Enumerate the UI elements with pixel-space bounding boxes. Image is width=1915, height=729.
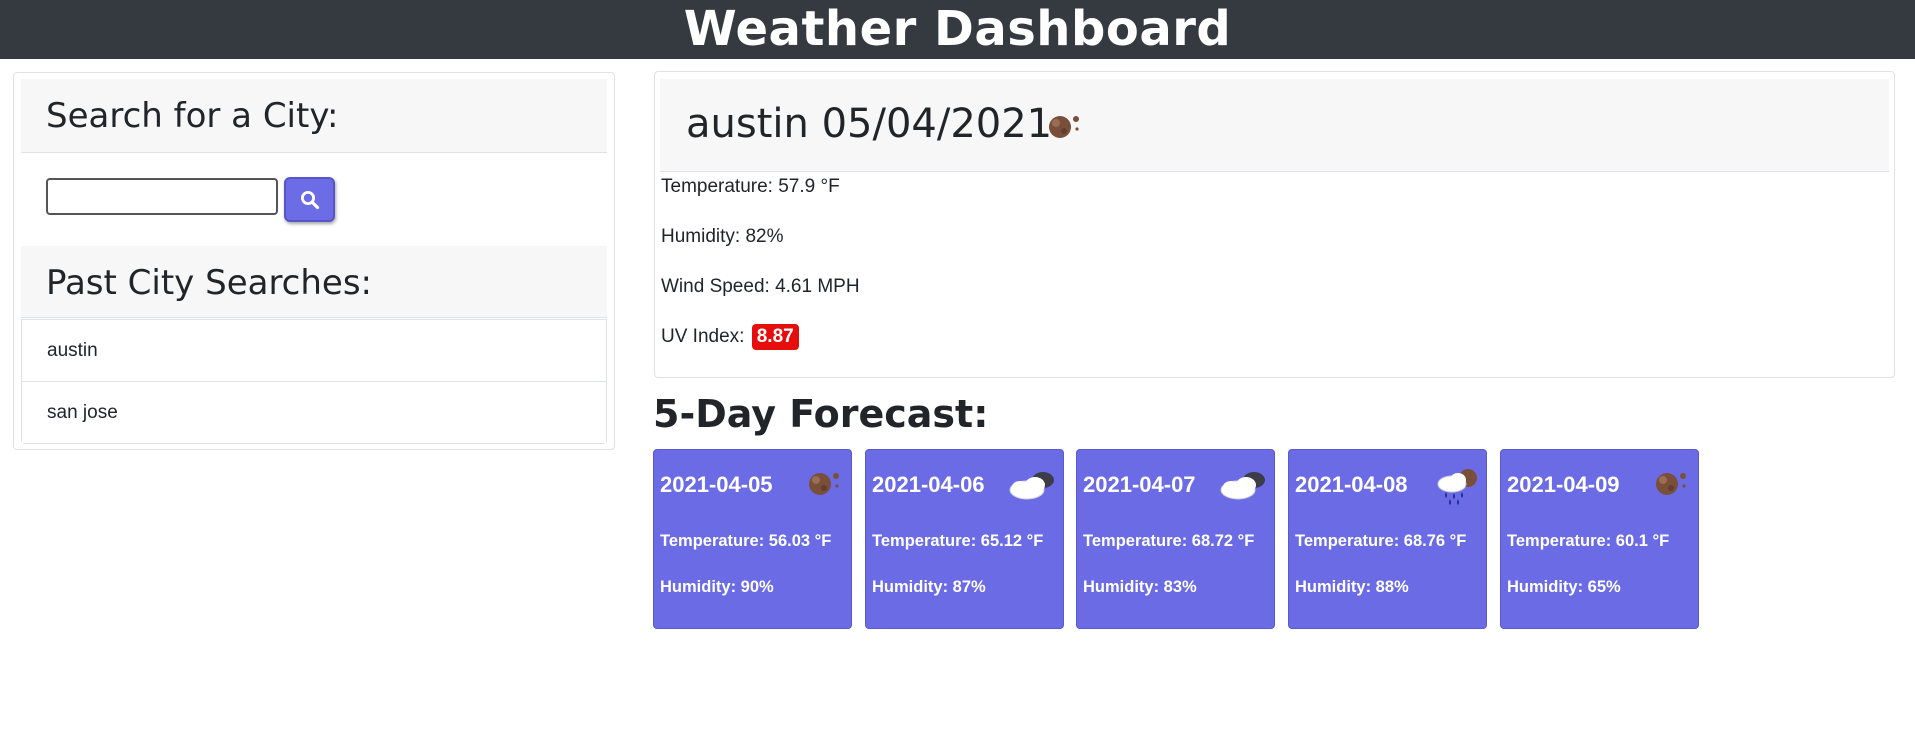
forecast-temperature: Temperature: 65.12 °F (872, 532, 1044, 550)
past-search-item[interactable]: austin (22, 320, 606, 382)
forecast-title: 5-Day Forecast: (653, 392, 989, 436)
search-button[interactable] (284, 177, 335, 222)
forecast-card: 2021-04-06 Temperature: 65.12 °F Humidit… (865, 449, 1064, 629)
forecast-humidity: Humidity: 90% (660, 578, 774, 596)
forecast-card: 2021-04-05 Temperature: 56.03 °F Humidit… (653, 449, 852, 629)
forecast-date: 2021-04-09 (1507, 472, 1620, 497)
forecast-date: 2021-04-07 (1083, 472, 1196, 497)
search-heading: Search for a City: (46, 96, 339, 136)
past-searches-header: Past City Searches: (21, 246, 607, 318)
forecast-date: 2021-04-06 (872, 472, 985, 497)
past-search-item[interactable]: san jose (22, 382, 606, 443)
forecast-date: 2021-04-05 (660, 472, 773, 497)
page-title: Weather Dashboard (683, 1, 1232, 57)
current-uv-row: UV Index: 8.87 (661, 324, 799, 350)
clear-night-icon (1650, 466, 1690, 505)
forecast-humidity: Humidity: 83% (1083, 578, 1197, 596)
forecast-temperature: Temperature: 60.1 °F (1507, 532, 1670, 550)
past-searches-list: austin san jose (21, 319, 607, 444)
clear-night-icon (803, 466, 843, 505)
search-panel: Search for a City: Past City Searches: a… (13, 72, 615, 450)
forecast-humidity: Humidity: 65% (1507, 578, 1621, 596)
current-temperature: Temperature: 57.9 °F (661, 176, 840, 197)
forecast-card: 2021-04-07 Temperature: 68.72 °F Humidit… (1076, 449, 1275, 629)
current-wind-speed: Wind Speed: 4.61 MPH (661, 276, 860, 297)
search-icon (300, 190, 319, 209)
navbar: Weather Dashboard (0, 0, 1915, 59)
forecast-card: 2021-04-09 Temperature: 60.1 °F Humidity… (1500, 449, 1699, 629)
forecast-temperature: Temperature: 68.72 °F (1083, 532, 1255, 550)
city-search-input[interactable] (46, 178, 278, 215)
clear-night-icon (1043, 109, 1083, 148)
forecast-card: 2021-04-08 Temperature: 68.76 °F Humidit… (1288, 449, 1487, 629)
cloudy-night-icon (1216, 466, 1270, 507)
forecast-humidity: Humidity: 88% (1295, 578, 1409, 596)
past-searches-heading: Past City Searches: (46, 263, 373, 303)
rain-night-icon (1432, 466, 1482, 511)
search-header: Search for a City: (21, 79, 607, 153)
forecast-humidity: Humidity: 87% (872, 578, 986, 596)
cloudy-night-icon (1005, 466, 1059, 507)
forecast-temperature: Temperature: 56.03 °F (660, 532, 832, 550)
forecast-date: 2021-04-08 (1295, 472, 1408, 497)
current-weather-header: austin 05/04/2021 (660, 79, 1889, 172)
uv-index-label: UV Index: (661, 326, 745, 347)
uv-index-badge: 8.87 (751, 324, 799, 350)
current-weather-card: austin 05/04/2021 Temperature: 57.9 °F H… (654, 71, 1895, 378)
current-city-date: austin 05/04/2021 (686, 101, 1053, 147)
current-humidity: Humidity: 82% (661, 226, 784, 247)
forecast-temperature: Temperature: 68.76 °F (1295, 532, 1467, 550)
